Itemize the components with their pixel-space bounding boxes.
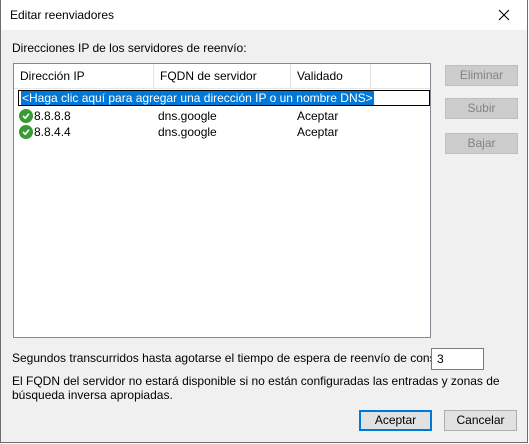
ip-address: 8.8.4.4 (34, 125, 71, 139)
check-icon (19, 109, 33, 123)
column-header-ip[interactable]: Dirección IP (14, 64, 154, 88)
move-up-button[interactable]: Subir (445, 98, 518, 119)
column-header-fqdn[interactable]: FQDN de servidor (154, 64, 291, 88)
list-item[interactable]: 8.8.4.4 dns.google Aceptar (14, 124, 430, 140)
forwarders-list[interactable]: Dirección IP FQDN de servidor Validado <… (13, 63, 431, 338)
timeout-label: Segundos transcurridos hasta agotarse el… (12, 351, 465, 365)
ok-button[interactable]: Aceptar (359, 410, 432, 431)
edit-forwarders-dialog: Editar reenviadores Direcciones IP de lo… (0, 0, 528, 443)
validated-status: Aceptar (297, 125, 339, 139)
add-forwarder-placeholder: <Haga clic aquí para agregar una direcci… (21, 91, 374, 105)
server-fqdn: dns.google (158, 109, 217, 123)
dialog-title: Editar reenviadores (10, 8, 115, 22)
timeout-seconds-input[interactable]: 3 (431, 348, 484, 370)
title-bar: Editar reenviadores (1, 0, 527, 30)
list-item[interactable]: 8.8.8.8 dns.google Aceptar (14, 108, 430, 124)
column-header-validated[interactable]: Validado (291, 64, 371, 88)
ip-address: 8.8.8.8 (34, 109, 71, 123)
list-header: Dirección IP FQDN de servidor Validado (14, 64, 430, 89)
forwarders-section-label: Direcciones IP de los servidores de reen… (12, 41, 247, 55)
server-fqdn: dns.google (158, 125, 217, 139)
add-forwarder-input[interactable]: <Haga clic aquí para agregar una direcci… (18, 90, 430, 106)
move-down-button[interactable]: Bajar (445, 133, 518, 154)
fqdn-note: El FQDN del servidor no estará disponibl… (12, 374, 500, 402)
cancel-button[interactable]: Cancelar (444, 410, 517, 431)
validated-status: Aceptar (297, 109, 339, 123)
check-icon (19, 125, 33, 139)
delete-button[interactable]: Eliminar (445, 65, 518, 86)
close-icon[interactable] (481, 0, 527, 30)
